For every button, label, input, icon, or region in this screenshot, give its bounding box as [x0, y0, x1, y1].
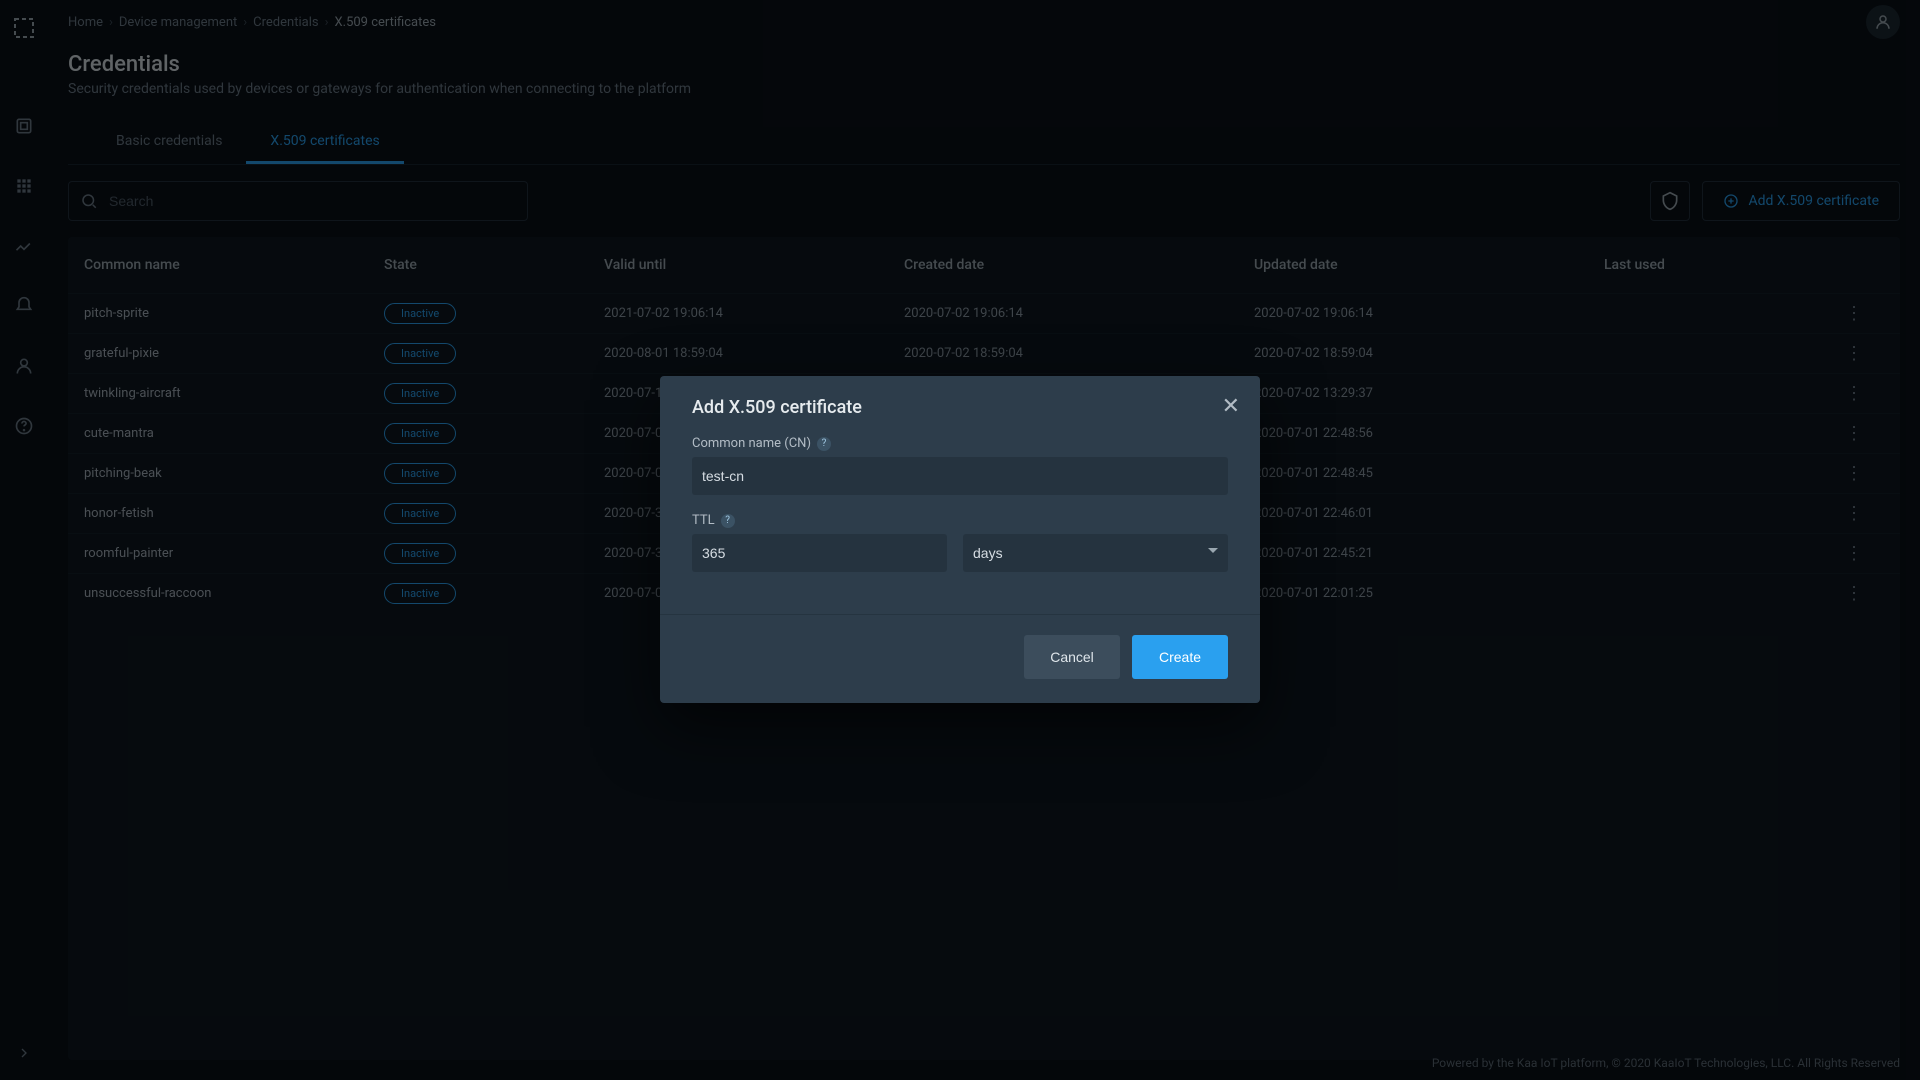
help-icon[interactable]: ?: [817, 437, 831, 451]
cancel-button[interactable]: Cancel: [1024, 635, 1120, 679]
common-name-input[interactable]: [692, 457, 1228, 495]
add-certificate-modal: Add X.509 certificate ✕ Common name (CN)…: [660, 376, 1260, 703]
modal-title: Add X.509 certificate: [692, 397, 862, 418]
cn-label: Common name (CN)?: [692, 436, 1228, 451]
close-icon[interactable]: ✕: [1222, 396, 1240, 418]
ttl-value-input[interactable]: [692, 534, 947, 572]
ttl-unit-select[interactable]: days: [963, 534, 1228, 572]
ttl-label: TTL?: [692, 513, 1228, 528]
modal-overlay[interactable]: Add X.509 certificate ✕ Common name (CN)…: [0, 0, 1920, 1080]
create-button[interactable]: Create: [1132, 635, 1228, 679]
help-icon[interactable]: ?: [721, 514, 735, 528]
